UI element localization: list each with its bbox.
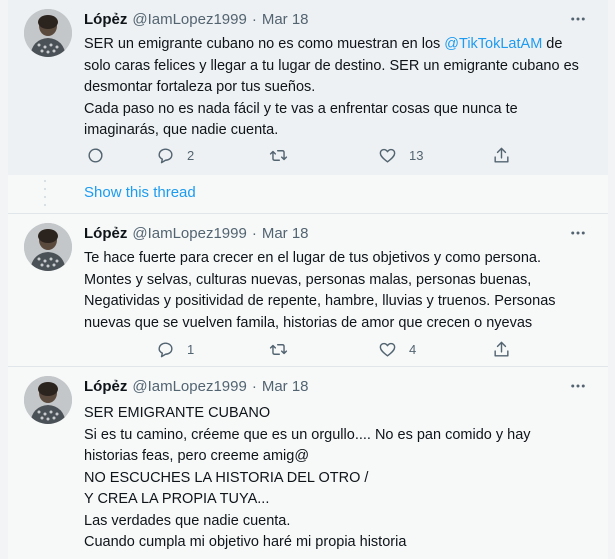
tweet-actions: 1 4 (84, 337, 524, 361)
tweet-text-line: SER EMIGRANTE CUBANO (84, 405, 271, 421)
show-thread-row[interactable]: Show this thread (8, 175, 608, 213)
tweet-text: SER un emigrante cubano no es como muest… (84, 34, 594, 142)
like-count: 4 (409, 341, 417, 357)
separator: · (251, 224, 257, 242)
share-button[interactable] (492, 146, 511, 165)
reply-icon (158, 341, 173, 357)
reply-button[interactable]: 1 (156, 340, 194, 359)
like-button[interactable]: 13 (378, 146, 423, 165)
tweet[interactable]: Lópẻz @IamLopez1999 · Mar 18 SER EMIGRAN… (8, 366, 608, 559)
more-icon[interactable] (568, 223, 588, 243)
tweet-text-line: Montes y selvas, culturas nuevas, person… (84, 271, 532, 288)
tweet-text: SER EMIGRANTE CUBANO Si es tu camino, cr… (84, 403, 594, 554)
analytics-button[interactable] (86, 146, 105, 165)
tweet-text: Te hace fuerte para crecer en el lugar d… (84, 248, 594, 334)
tweet-date[interactable]: Mar 18 (262, 225, 309, 242)
like-icon (379, 148, 396, 163)
show-thread-link[interactable]: Show this thread (84, 184, 196, 201)
tweet[interactable]: Lópẻz @IamLopez1999 · Mar 18 Te hace fue… (8, 213, 608, 366)
author-name[interactable]: Lópẻz (84, 378, 127, 395)
author-handle[interactable]: @IamLopez1999 (132, 378, 246, 395)
retweet-button[interactable] (269, 340, 300, 359)
author-name[interactable]: Lópẻz (84, 11, 127, 28)
tweet-text-line: Cuando cumpla mi objetivo haré mi propia… (84, 534, 407, 550)
tweet-text-line: Y CREA LA PROPIA TUYA... (84, 491, 270, 507)
tweet-text-line: desmontar fortaleza por tus sueños. (84, 79, 316, 95)
tweet-text-line: de (542, 36, 563, 52)
tweet-text-line: NO ESCUCHES LA HISTORIA DEL OTRO / (84, 469, 369, 486)
avatar[interactable] (24, 376, 72, 424)
retweet-icon (269, 343, 288, 355)
tweet-date[interactable]: Mar 18 (262, 11, 309, 28)
reply-count: 1 (187, 341, 195, 357)
tweet-text-line: imaginarás, que nadie cuenta. (84, 122, 279, 138)
analytics-icon (88, 147, 103, 163)
reply-count: 2 (187, 147, 195, 163)
tweet-actions: 2 13 (84, 143, 524, 167)
like-button[interactable]: 4 (378, 340, 416, 359)
tweet-text-line: SER un emigrante cubano no es como muest… (84, 36, 445, 52)
tweet-text-line: solo caras felices y llegar a tu lugar d… (84, 57, 579, 74)
avatar[interactable] (24, 223, 72, 271)
thread-dots (44, 180, 46, 206)
tweet-text-line: Negatividas y positividad de repente, ha… (84, 293, 556, 309)
tweet-header: Lópẻz @IamLopez1999 · Mar 18 (84, 376, 309, 396)
share-icon (494, 147, 509, 163)
like-count: 13 (409, 147, 424, 163)
tweet-header: Lópẻz @IamLopez1999 · Mar 18 (84, 9, 309, 29)
avatar[interactable] (24, 9, 72, 57)
reply-icon (158, 147, 173, 163)
like-icon (379, 342, 396, 357)
tweet-header: Lópẻz @IamLopez1999 · Mar 18 (84, 223, 309, 243)
separator: · (251, 10, 257, 28)
author-handle[interactable]: @IamLopez1999 (132, 11, 246, 28)
author-name[interactable]: Lópẻz (84, 225, 127, 242)
author-handle[interactable]: @IamLopez1999 (132, 225, 246, 242)
tweet-text-line: Cada paso no es nada fácil y te vas a en… (84, 100, 518, 117)
retweet-button[interactable] (269, 146, 300, 165)
share-icon (494, 341, 509, 357)
tweet[interactable]: Lópẻz @IamLopez1999 · Mar 18 SER un emig… (8, 0, 608, 175)
tweet-text-line: Te hace fuerte para crecer en el lugar d… (84, 250, 542, 266)
tweet-text-line: historias feas, pero creeme amig@ (84, 448, 310, 464)
retweet-icon (269, 149, 288, 161)
tweet-text-line: nuevas que se vuelven famila, historias … (84, 314, 533, 331)
mention-link[interactable]: @TikTokLatAM (444, 36, 542, 52)
more-icon[interactable] (568, 376, 588, 396)
tweet-text-line: Las verdades que nadie cuenta. (84, 512, 291, 529)
tweet-text-line: Si es tu camino, créeme que es un orgull… (84, 426, 531, 443)
tweet-date[interactable]: Mar 18 (262, 378, 309, 395)
more-icon[interactable] (568, 9, 588, 29)
reply-button[interactable]: 2 (156, 146, 194, 165)
separator: · (251, 377, 257, 395)
share-button[interactable] (492, 340, 511, 359)
